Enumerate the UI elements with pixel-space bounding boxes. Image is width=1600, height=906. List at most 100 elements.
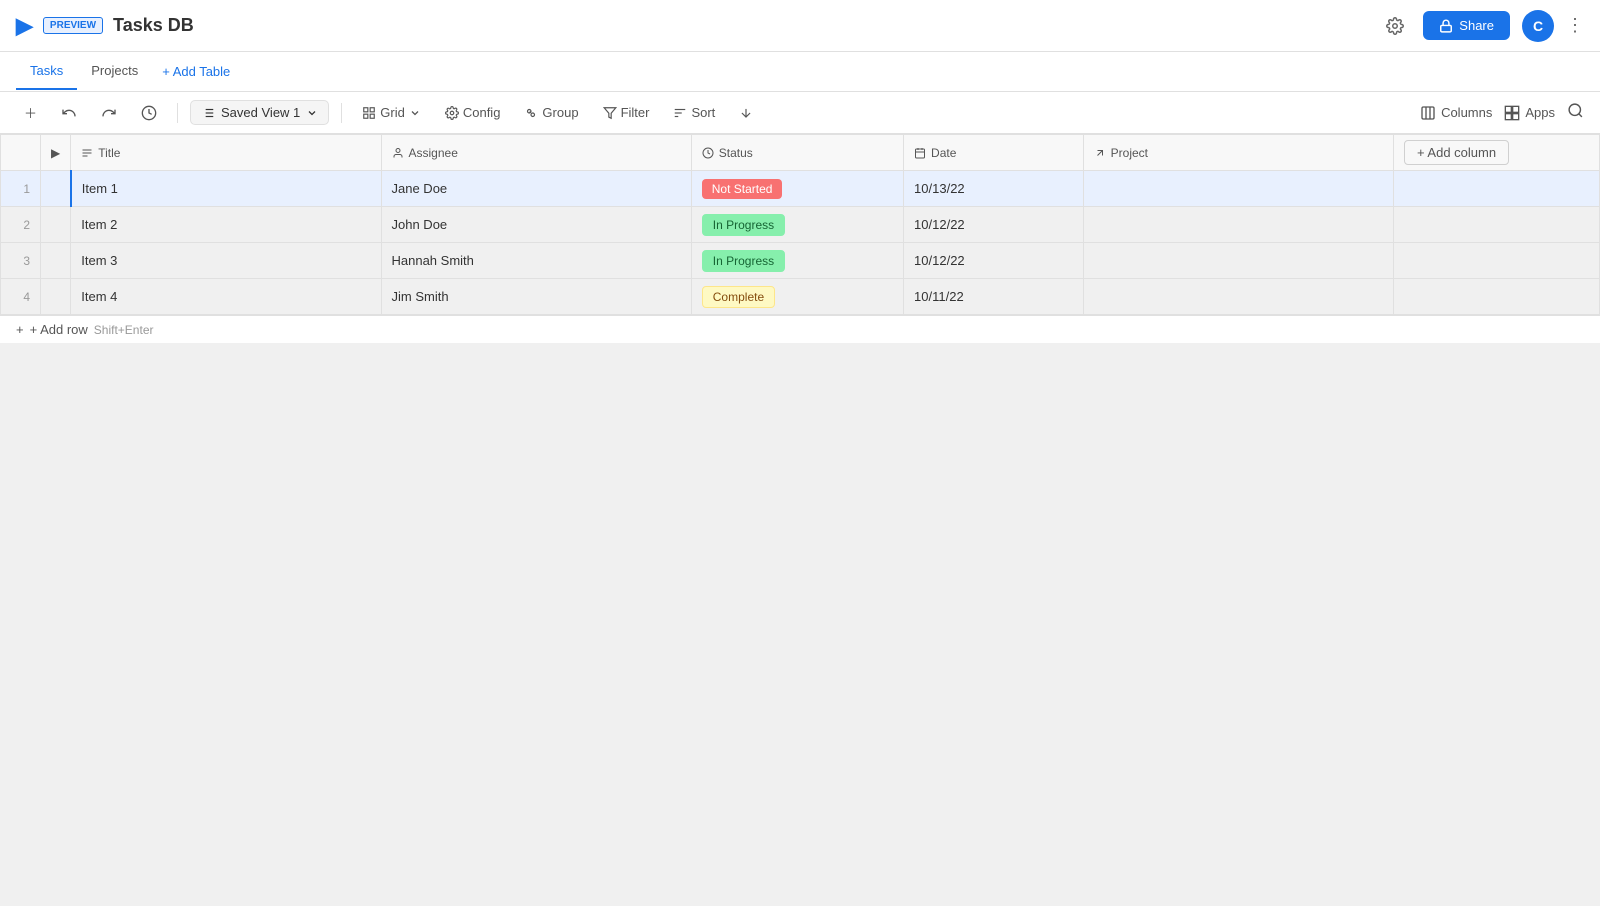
row-status[interactable]: In Progress [691,243,903,279]
add-column-button[interactable]: + Add column [1404,140,1509,165]
header-left: ▶ PREVIEW Tasks DB [16,13,194,39]
row-expand-cell [41,279,71,315]
row-date: 10/12/22 [904,243,1084,279]
grid-view-button[interactable]: Grid [354,101,429,124]
status-badge: In Progress [702,250,785,272]
expand-icon: ▶ [51,146,60,160]
add-row-button[interactable]: + + Add row Shift+Enter [0,316,169,343]
table-row[interactable]: 4 Item 4 Jim Smith Complete 10/11/22 [1,279,1600,315]
undo-button[interactable] [53,101,85,125]
clock-icon [702,147,714,159]
columns-button[interactable]: Columns [1420,105,1492,121]
row-project[interactable] [1083,207,1393,243]
add-button[interactable]: ＋ [16,99,45,126]
tab-tasks[interactable]: Tasks [16,53,77,90]
status-badge: Complete [702,286,775,308]
top-header: ▶ PREVIEW Tasks DB Share C ⋮ [0,0,1600,52]
row-status[interactable]: In Progress [691,207,903,243]
row-status[interactable]: Complete [691,279,903,315]
saved-view-button[interactable]: Saved View 1 [190,100,329,125]
avatar[interactable]: C [1522,10,1554,42]
table-row[interactable]: 1 Item 1 Jane Doe Not Started 10/13/22 [1,171,1600,207]
chevron-down-icon-2 [409,107,421,119]
table-row[interactable]: 3 Item 3 Hannah Smith In Progress 10/12/… [1,243,1600,279]
grid-label: Grid [380,105,405,120]
text-icon [81,147,93,159]
add-row-shortcut: Shift+Enter [94,323,154,337]
grid-icon [362,106,376,120]
add-row-container: + + Add row Shift+Enter [0,315,1600,343]
saved-view-label: Saved View 1 [221,105,300,120]
history-button[interactable] [133,101,165,125]
row-date: 10/12/22 [904,207,1084,243]
row-assignee[interactable]: Jane Doe [381,171,691,207]
redo-icon [101,105,117,121]
logo-icon: ▶ [16,13,33,39]
more-menu-button[interactable]: ⋮ [1566,15,1584,36]
settings-button[interactable] [1379,10,1411,42]
search-button[interactable] [1567,102,1584,124]
history-icon [141,105,157,121]
col-header-project[interactable]: Project [1083,135,1393,171]
row-date: 10/13/22 [904,171,1084,207]
row-assignee[interactable]: Hannah Smith [381,243,691,279]
row-project[interactable] [1083,171,1393,207]
row-project[interactable] [1083,279,1393,315]
status-badge: In Progress [702,214,785,236]
add-table-button[interactable]: + Add Table [152,58,240,85]
status-badge: Not Started [702,179,783,199]
row-title[interactable]: Item 2 [71,207,381,243]
sort-order-button[interactable] [731,102,761,124]
col-header-title[interactable]: Title [71,135,381,171]
add-column-header[interactable]: + Add column [1393,135,1599,171]
group-button[interactable]: Group [516,101,586,124]
add-row-label: + Add row [30,322,88,337]
col-header-status[interactable]: Status [691,135,903,171]
toolbar-right: Columns Apps [1420,102,1584,124]
group-label: Group [542,105,578,120]
arrow-icon [1094,147,1106,159]
row-assignee[interactable]: John Doe [381,207,691,243]
row-project[interactable] [1083,243,1393,279]
row-title[interactable]: Item 4 [71,279,381,315]
search-icon [1567,102,1584,119]
sort-button[interactable]: Sort [665,101,723,124]
row-empty [1393,243,1599,279]
list-icon [201,106,215,120]
row-date: 10/11/22 [904,279,1084,315]
share-button[interactable]: Share [1423,11,1510,40]
gear-icon [1386,17,1404,35]
person-icon [392,147,404,159]
col-header-date[interactable]: Date [904,135,1084,171]
apps-icon [1504,105,1520,121]
sort-icon [673,106,687,120]
expand-header: ▶ [41,135,71,171]
row-number: 2 [1,207,41,243]
row-status[interactable]: Not Started [691,171,903,207]
toolbar-divider-2 [341,103,342,123]
row-expand-cell [41,243,71,279]
calendar-icon [914,147,926,159]
row-title[interactable]: Item 3 [71,243,381,279]
toolbar: ＋ Saved View 1 Grid Config Group [0,92,1600,134]
redo-button[interactable] [93,101,125,125]
apps-button[interactable]: Apps [1504,105,1555,121]
row-num-header [1,135,41,171]
toolbar-left: ＋ Saved View 1 Grid Config Group [16,99,761,126]
columns-icon [1420,105,1436,121]
row-title[interactable]: Item 1 [71,171,381,207]
header-right: Share C ⋮ [1379,10,1584,42]
config-button[interactable]: Config [437,101,509,124]
apps-label: Apps [1525,105,1555,120]
undo-icon [61,105,77,121]
app-title: Tasks DB [113,15,194,36]
config-label: Config [463,105,501,120]
col-header-assignee[interactable]: Assignee [381,135,691,171]
filter-button[interactable]: Filter [595,101,658,124]
config-icon [445,106,459,120]
row-expand-cell [41,207,71,243]
sort-label: Sort [691,105,715,120]
row-assignee[interactable]: Jim Smith [381,279,691,315]
tab-projects[interactable]: Projects [77,53,152,90]
table-row[interactable]: 2 Item 2 John Doe In Progress 10/12/22 [1,207,1600,243]
